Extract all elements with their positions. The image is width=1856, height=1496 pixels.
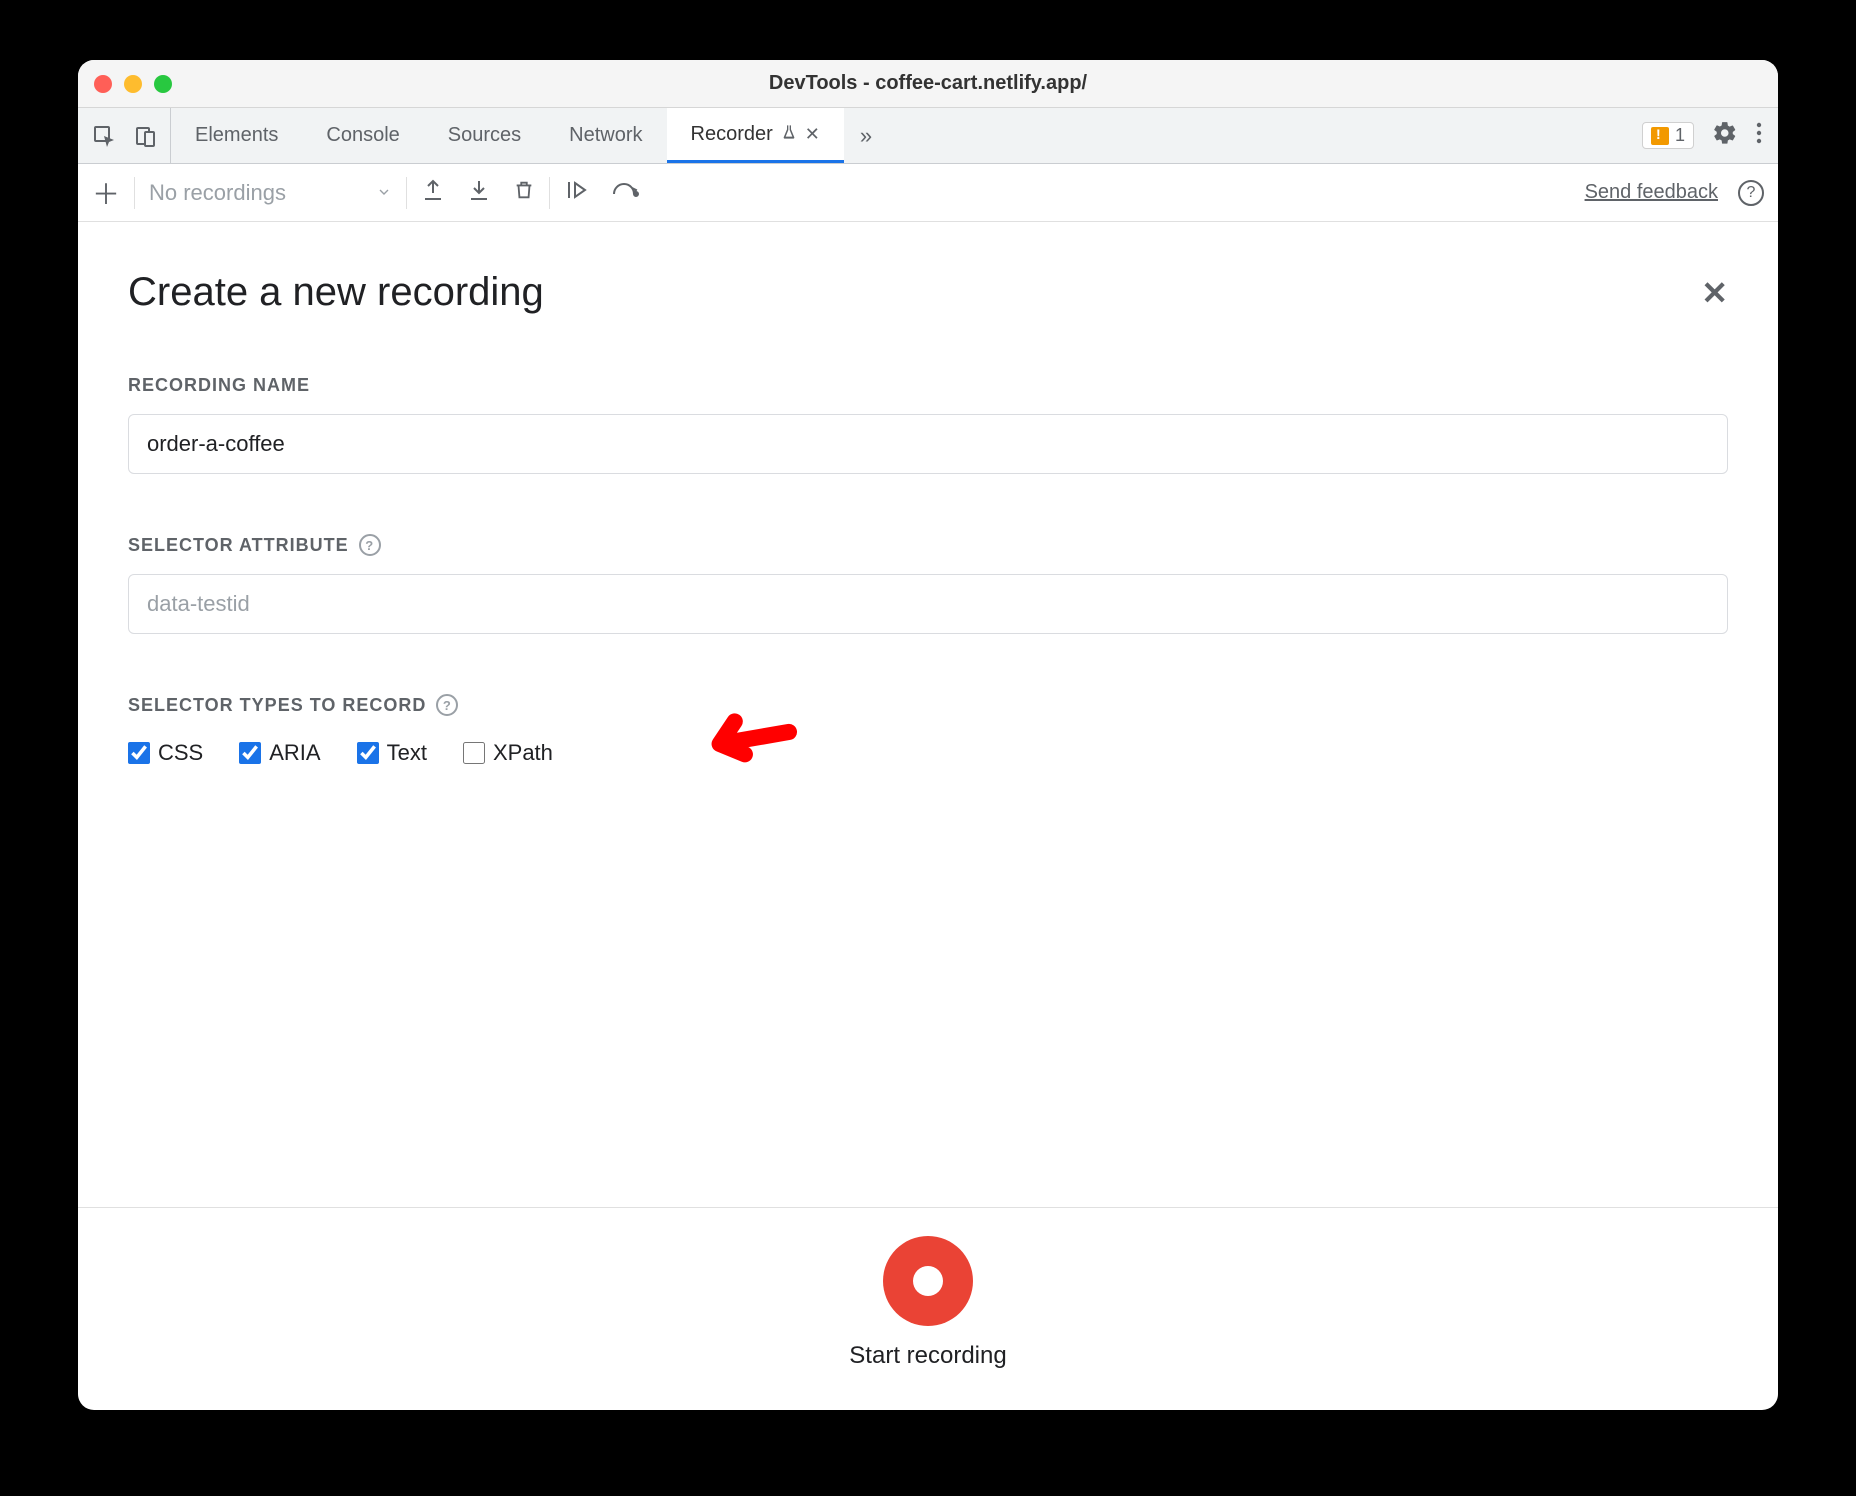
recording-name-group: RECORDING NAME [128,375,1728,474]
recordings-label: No recordings [149,180,286,206]
window-title: DevTools - coffee-cart.netlify.app/ [78,72,1778,95]
record-dot-icon [913,1266,943,1296]
more-tabs-button[interactable]: » [844,108,888,163]
tab-sources[interactable]: Sources [424,108,545,163]
checkbox-input[interactable] [357,742,379,764]
step-icon[interactable] [612,180,640,205]
recording-name-label: RECORDING NAME [128,375,1728,396]
tab-label: Console [326,124,399,147]
recording-name-input[interactable] [128,414,1728,474]
devtools-tabstrip: Elements Console Sources Network Recorde… [78,108,1778,164]
checkbox-input[interactable] [239,742,261,764]
checkbox-input[interactable] [128,742,150,764]
selector-types-group: SELECTOR TYPES TO RECORD ? CSS ARIA Text… [128,694,1728,766]
new-recording-button[interactable]: ＋ [92,173,120,213]
recordings-dropdown[interactable]: No recordings [149,180,392,206]
issues-badge[interactable]: 1 [1642,122,1694,149]
tab-network[interactable]: Network [545,108,666,163]
toolbar-icon-group [421,178,535,207]
issues-count: 1 [1675,125,1685,146]
selector-attribute-label: SELECTOR ATTRIBUTE ? [128,534,1728,556]
content-header: Create a new recording ✕ [128,270,1728,315]
close-panel-icon[interactable]: ✕ [1701,274,1728,312]
chevron-down-icon [376,180,392,206]
device-toolbar-icon[interactable] [134,124,158,148]
tab-label: Recorder [691,123,773,146]
checkbox-xpath[interactable]: XPath [463,740,553,766]
panel-tabs: Elements Console Sources Network Recorde… [171,108,1630,163]
devtools-window: DevTools - coffee-cart.netlify.app/ Elem… [78,60,1778,1410]
selector-attribute-input[interactable] [128,574,1728,634]
tab-console[interactable]: Console [302,108,423,163]
traffic-lights [94,75,172,93]
inspect-toggle-group [86,108,171,163]
footer: Start recording [78,1207,1778,1410]
help-icon[interactable]: ? [359,534,381,556]
tab-recorder[interactable]: Recorder ✕ [667,108,844,163]
recorder-toolbar: ＋ No recordings Send feedback ? [78,164,1778,222]
overflow-glyph: » [860,123,872,149]
selector-types-label: SELECTOR TYPES TO RECORD ? [128,694,1728,716]
tab-label: Sources [448,124,521,147]
toolbar-divider [406,177,407,209]
checkbox-label: ARIA [269,740,320,766]
close-tab-icon[interactable]: ✕ [805,124,820,145]
help-icon[interactable]: ? [1738,180,1764,206]
inspect-element-icon[interactable] [92,124,116,148]
start-recording-button[interactable] [883,1236,973,1326]
window-titlebar: DevTools - coffee-cart.netlify.app/ [78,60,1778,108]
tabstrip-actions: 1 [1630,108,1770,163]
send-feedback-link[interactable]: Send feedback [1585,181,1718,204]
page-title: Create a new recording [128,270,544,315]
settings-icon[interactable] [1712,120,1738,151]
selector-types-checkboxes: CSS ARIA Text XPath [128,740,1728,766]
toolbar-divider [549,177,550,209]
checkbox-aria[interactable]: ARIA [239,740,320,766]
toolbar-icon-group [564,178,640,207]
import-icon[interactable] [467,178,491,207]
export-icon[interactable] [421,178,445,207]
warning-icon [1651,127,1669,145]
recorder-content: Create a new recording ✕ RECORDING NAME … [78,222,1778,1207]
flask-icon [781,123,797,146]
label-text: SELECTOR TYPES TO RECORD [128,695,426,716]
tab-label: Elements [195,124,278,147]
label-text: SELECTOR ATTRIBUTE [128,535,349,556]
checkbox-label: XPath [493,740,553,766]
more-menu-icon[interactable] [1756,121,1762,150]
checkbox-css[interactable]: CSS [128,740,203,766]
checkbox-label: CSS [158,740,203,766]
replay-icon[interactable] [564,178,590,207]
checkbox-input[interactable] [463,742,485,764]
delete-icon[interactable] [513,178,535,207]
selector-attribute-group: SELECTOR ATTRIBUTE ? [128,534,1728,634]
toolbar-right: Send feedback ? [1585,180,1764,206]
start-recording-label: Start recording [849,1342,1006,1370]
help-icon[interactable]: ? [436,694,458,716]
tab-elements[interactable]: Elements [171,108,302,163]
tab-label: Network [569,124,642,147]
maximize-window-button[interactable] [154,75,172,93]
toolbar-divider [134,177,135,209]
minimize-window-button[interactable] [124,75,142,93]
close-window-button[interactable] [94,75,112,93]
checkbox-label: Text [387,740,427,766]
checkbox-text[interactable]: Text [357,740,427,766]
